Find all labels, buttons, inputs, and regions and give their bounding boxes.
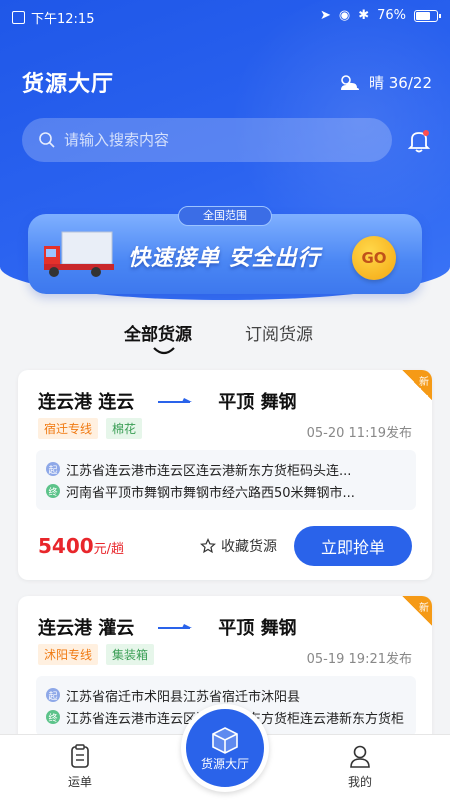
collect-button[interactable]: 收藏货源 [200, 536, 277, 556]
search-input[interactable] [64, 131, 364, 149]
new-badge: 新 [402, 596, 432, 626]
start-address-row: 起 江苏省连云港市连云区连云港新东方货柜码头连... [46, 458, 406, 480]
to-city: 平顶 [218, 392, 255, 413]
price-unit: 元/趟 [93, 542, 125, 557]
battery-icon [414, 9, 441, 22]
end-marker-icon: 终 [46, 484, 60, 498]
battery-percent: 76% [377, 8, 406, 23]
promo-banner[interactable]: 全国范围 快速接单 安全出行 GO [28, 206, 422, 294]
star-icon [200, 538, 216, 554]
user-icon [350, 745, 370, 768]
truck-icon [44, 231, 114, 277]
publish-time: 05-20 11:19发布 [306, 426, 412, 441]
address-box: 起 江苏省连云港市连云区连云港新东方货柜码头连... 终 河南省平顶市舞钢市舞钢… [36, 450, 416, 510]
weather-text: 晴 36/22 [369, 74, 432, 92]
price: 5400元/趟 [38, 534, 124, 558]
line-tag: 沭阳专线 [38, 644, 99, 665]
active-tab-indicator [153, 347, 175, 355]
clipboard-icon [71, 744, 89, 768]
tabbar-label-waybill: 运单 [67, 775, 92, 789]
tab-subscribed-sources[interactable]: 订阅货源 [245, 320, 313, 345]
start-address-row: 起 江苏省宿迁市术阳县江苏省宿迁市沐阳县 [46, 684, 406, 706]
location-icon: ➤ [319, 8, 331, 23]
search-bar[interactable] [22, 118, 392, 162]
sim-icon [12, 11, 25, 24]
start-marker-icon: 起 [46, 462, 60, 476]
start-address: 江苏省连云港市连云区连云港新东方货柜码头连... [66, 463, 352, 479]
route-arrow-icon [158, 624, 193, 629]
cargo-card[interactable]: 新 连云港 连云 平顶 舞钢 宿迁专线 棉花 05-20 11:19发布 起 江… [18, 370, 432, 580]
tabbar-label-mine: 我的 [347, 775, 372, 789]
status-bar: 下午12:15 ➤ ◉ ✱ 76% [0, 0, 450, 32]
tabbar-item-waybill[interactable]: 运单 [50, 743, 110, 790]
from-district: 灌云 [98, 618, 135, 639]
new-badge: 新 [402, 370, 432, 400]
price-value: 5400 [38, 534, 94, 558]
to-district: 舞钢 [260, 618, 297, 639]
notification-bell-icon[interactable] [406, 128, 432, 154]
tabbar-label-cargo-hall: 货源大厅 [200, 756, 249, 771]
banner-slogan: 快速接单 安全出行 [128, 246, 321, 271]
from-district: 连云 [98, 392, 135, 413]
publish-time: 05-19 19:21发布 [306, 652, 412, 667]
route: 连云港 连云 平顶 舞钢 [38, 388, 297, 414]
source-tabs: 全部货源 订阅货源 [0, 320, 450, 360]
cargo-box-icon [212, 726, 238, 754]
cloud-sun-icon [341, 74, 359, 90]
end-address-row: 终 河南省平顶市舞钢市舞钢市经六路西50米舞钢市... [46, 480, 406, 502]
end-marker-icon: 终 [46, 710, 60, 724]
line-tag: 宿迁专线 [38, 418, 99, 439]
from-city: 连云港 [38, 392, 92, 413]
start-address: 江苏省宿迁市术阳县江苏省宿迁市沐阳县 [66, 689, 301, 705]
tabbar-item-mine[interactable]: 我的 [330, 743, 390, 790]
to-city: 平顶 [218, 618, 255, 639]
banner-scope-tag: 全国范围 [178, 206, 272, 226]
start-marker-icon: 起 [46, 688, 60, 702]
alarm-icon: ◉ [338, 8, 351, 23]
status-time: 下午12:15 [31, 12, 95, 27]
page-title: 货源大厅 [22, 72, 115, 97]
to-district: 舞钢 [260, 392, 297, 413]
search-icon [39, 132, 55, 148]
bluetooth-icon: ✱ [358, 8, 370, 23]
cargo-type-tag: 集装箱 [106, 644, 155, 665]
route-arrow-icon [158, 398, 193, 403]
route: 连云港 灌云 平顶 舞钢 [38, 614, 297, 640]
tabbar-item-cargo-hall[interactable]: 货源大厅 [181, 704, 269, 792]
grab-order-button[interactable]: 立即抢单 [294, 526, 412, 566]
end-address: 河南省平顶市舞钢市舞钢市经六路西50米舞钢市... [66, 485, 355, 501]
banner-go-button[interactable]: GO [352, 236, 396, 280]
from-city: 连云港 [38, 618, 92, 639]
cargo-type-tag: 棉花 [106, 418, 143, 439]
tab-all-sources[interactable]: 全部货源 [124, 320, 192, 345]
weather-widget: 晴 36/22 [337, 72, 432, 93]
collect-label: 收藏货源 [221, 539, 277, 555]
